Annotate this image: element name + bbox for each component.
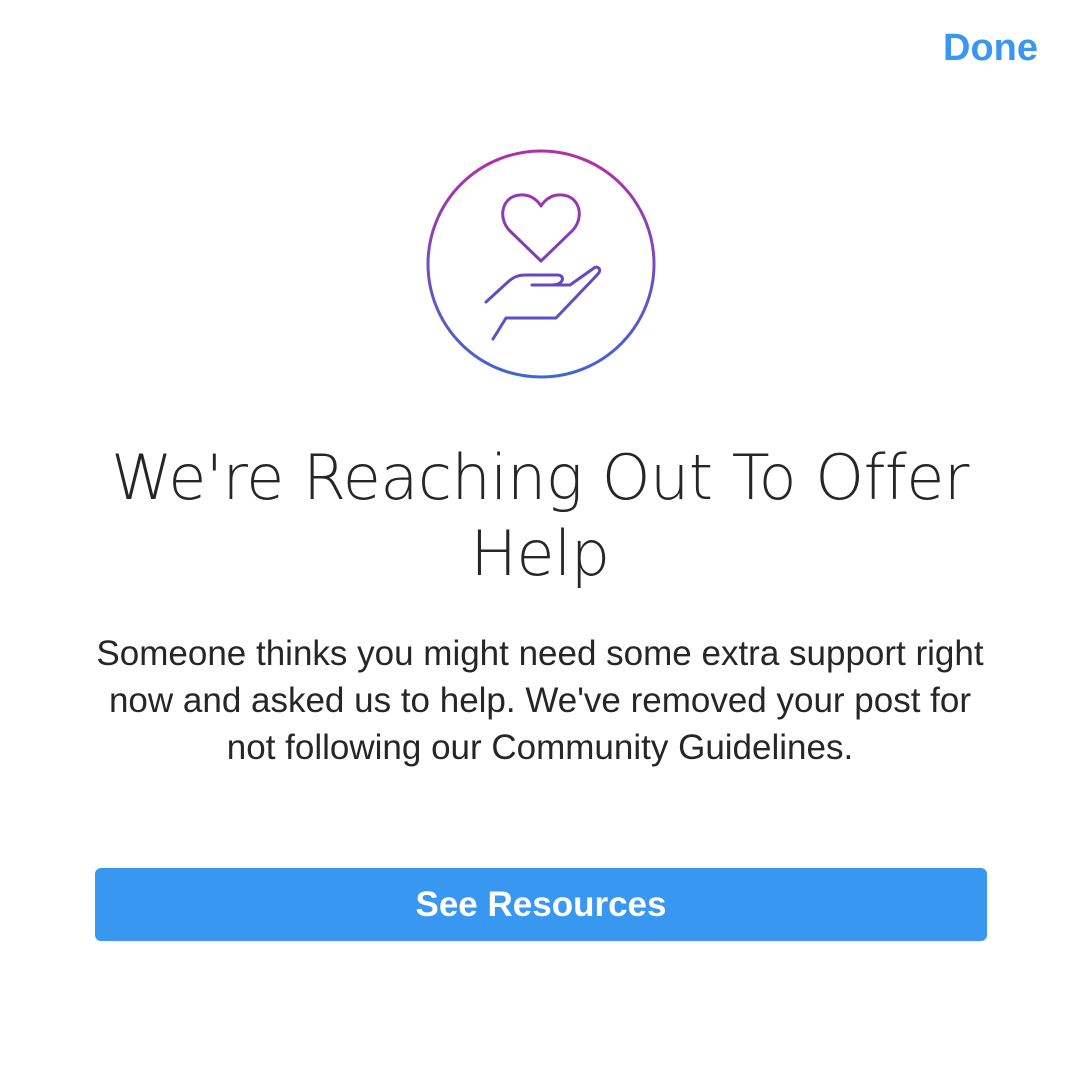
support-message: Someone thinks you might need some extra…: [96, 634, 984, 767]
ring-outline: [426, 149, 656, 379]
heart-in-hand-icon: [426, 149, 656, 379]
page-title: We're Reaching Out To Offer Help: [111, 441, 969, 590]
heart-icon: [501, 193, 581, 263]
see-resources-button[interactable]: See Resources: [95, 868, 987, 941]
hand-icon: [484, 265, 602, 341]
done-button[interactable]: Done: [943, 25, 1038, 71]
support-illustration: [425, 148, 657, 380]
